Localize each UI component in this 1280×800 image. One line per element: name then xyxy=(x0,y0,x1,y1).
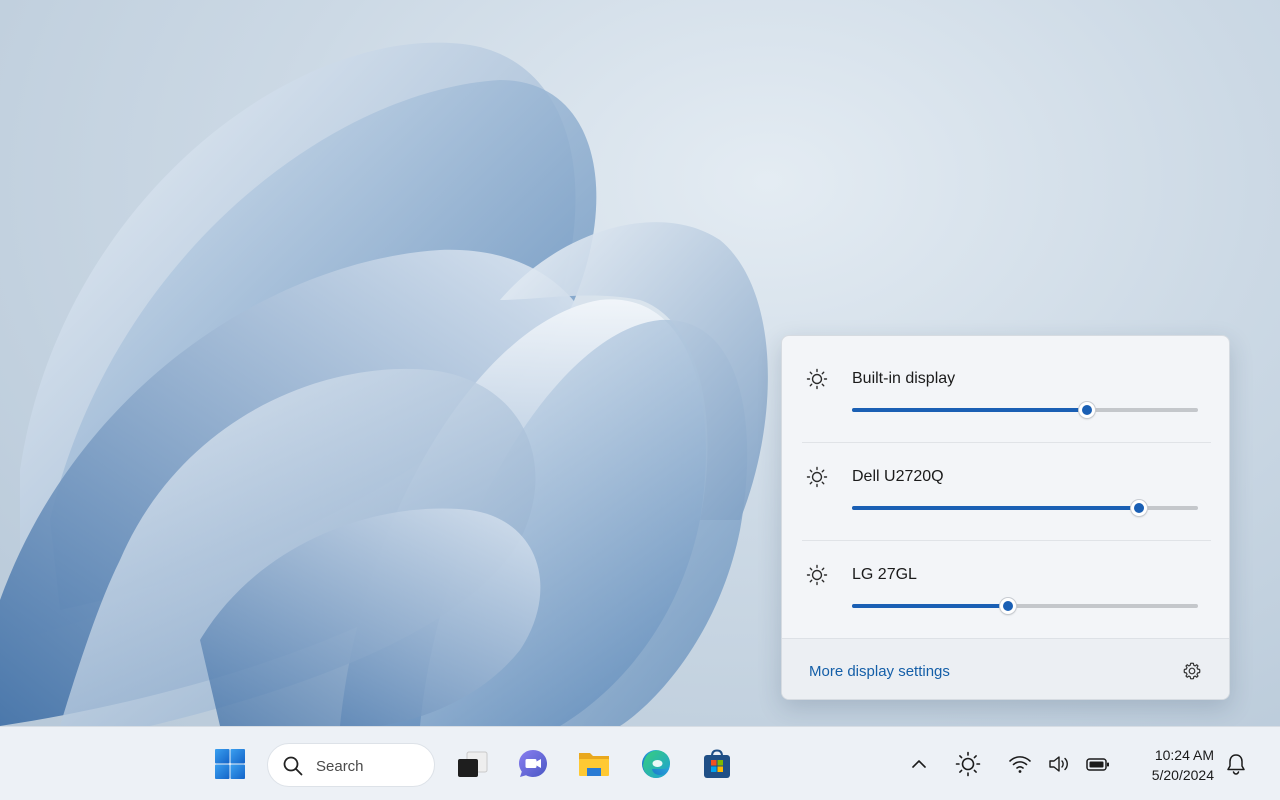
display-row-built-in: Built-in display xyxy=(782,336,1229,434)
notifications-button[interactable] xyxy=(1221,749,1251,779)
battery-tray-button[interactable] xyxy=(1083,749,1113,779)
brightness-slider-dell[interactable] xyxy=(852,500,1198,516)
display-row-lg: LG 27GL xyxy=(782,532,1229,630)
taskbar: Search 10:24 AM 5/20/2024 xyxy=(0,726,1280,800)
wifi-icon xyxy=(1009,756,1031,773)
clock[interactable]: 10:24 AM 5/20/2024 xyxy=(1128,745,1214,785)
wifi-tray-button[interactable] xyxy=(1005,749,1035,779)
windows-start-icon xyxy=(215,749,245,779)
slider-fill xyxy=(852,408,1088,412)
display-row-dell: Dell U2720Q xyxy=(782,434,1229,532)
microsoft-store-icon xyxy=(704,749,730,778)
display-name: LG 27GL xyxy=(852,566,917,583)
file-explorer-button[interactable] xyxy=(574,742,614,786)
search-box[interactable]: Search xyxy=(267,743,435,787)
task-view-icon xyxy=(458,751,488,777)
task-view-button[interactable] xyxy=(452,742,492,786)
chat-app-button[interactable] xyxy=(513,742,553,786)
show-hidden-icons-button[interactable] xyxy=(904,749,934,779)
file-explorer-icon xyxy=(579,753,609,776)
search-placeholder: Search xyxy=(316,758,364,775)
battery-icon xyxy=(1086,758,1109,771)
microsoft-store-button[interactable] xyxy=(697,742,737,786)
teams-chat-icon xyxy=(519,750,547,777)
brightness-slider-lg[interactable] xyxy=(852,598,1198,614)
sun-icon xyxy=(806,368,828,390)
chevron-up-icon xyxy=(912,760,926,768)
brightness-icon xyxy=(955,751,981,777)
brightness-tray-button[interactable] xyxy=(953,749,983,779)
display-name: Built-in display xyxy=(852,370,956,387)
slider-thumb[interactable] xyxy=(999,598,1016,614)
search-icon xyxy=(283,756,303,776)
slider-fill xyxy=(852,506,1140,510)
sun-icon xyxy=(806,466,828,488)
clock-time: 10:24 AM xyxy=(1154,747,1214,763)
gear-icon[interactable] xyxy=(1182,661,1202,681)
display-name: Dell U2720Q xyxy=(852,468,944,485)
more-display-settings-link[interactable]: More display settings xyxy=(809,663,950,680)
slider-thumb[interactable] xyxy=(1079,402,1096,418)
edge-icon xyxy=(642,750,670,778)
sun-icon xyxy=(806,564,828,586)
flyout-footer: More display settings xyxy=(782,638,1229,699)
bell-icon xyxy=(1227,754,1245,775)
slider-fill xyxy=(852,604,1008,608)
volume-tray-button[interactable] xyxy=(1044,749,1074,779)
slider-thumb[interactable] xyxy=(1131,500,1148,516)
edge-browser-button[interactable] xyxy=(636,742,676,786)
clock-date: 5/20/2024 xyxy=(1151,767,1214,783)
speaker-icon xyxy=(1049,756,1068,772)
brightness-slider-built-in[interactable] xyxy=(852,402,1198,418)
brightness-flyout: Built-in display Dell U2720Q LG 27GL Mor… xyxy=(781,335,1230,700)
start-button[interactable] xyxy=(210,742,250,786)
